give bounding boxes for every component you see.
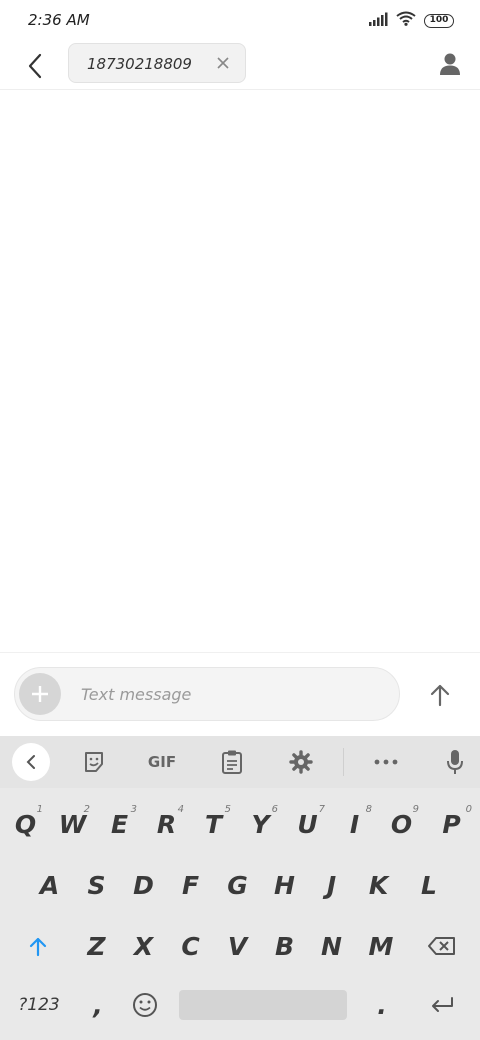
key-b[interactable]: B bbox=[261, 918, 308, 974]
key-hint: 9 bbox=[412, 804, 419, 815]
sticker-icon bbox=[85, 752, 103, 772]
keyboard-row-1: Q1 W2 E3 R4 T5 Y6 U7 I8 O9 P0 bbox=[0, 796, 480, 852]
contact-button[interactable] bbox=[434, 48, 466, 80]
recipient-chip[interactable]: 18730218809 bbox=[68, 43, 246, 83]
space-key[interactable] bbox=[179, 990, 347, 1020]
enter-icon bbox=[432, 997, 453, 1012]
key-m[interactable]: M bbox=[355, 918, 407, 974]
shift-key[interactable] bbox=[10, 918, 66, 974]
gear-icon bbox=[289, 750, 313, 774]
microphone-icon bbox=[447, 750, 463, 774]
symbols-key[interactable]: ?123 bbox=[6, 977, 72, 1033]
key-y[interactable]: Y6 bbox=[237, 796, 284, 852]
key-i[interactable]: I8 bbox=[331, 796, 378, 852]
key-a[interactable]: A bbox=[26, 857, 73, 913]
keyboard: GIF Q1 W2 E3 R4 T5 Y6 U7 I8 O9 P0 A S D … bbox=[0, 736, 480, 1040]
status-bar: 2:36 AM 100 bbox=[0, 0, 480, 42]
key-t[interactable]: T5 bbox=[190, 796, 237, 852]
backspace-icon bbox=[428, 937, 455, 955]
recipient-number: 18730218809 bbox=[87, 55, 192, 73]
key-hint: 1 bbox=[36, 804, 43, 815]
period-key[interactable]: . bbox=[360, 977, 404, 1033]
send-button[interactable] bbox=[422, 677, 458, 713]
key-v[interactable]: V bbox=[214, 918, 261, 974]
voice-input-button[interactable] bbox=[437, 744, 473, 780]
key-u[interactable]: U7 bbox=[284, 796, 331, 852]
toolbar-divider bbox=[343, 748, 344, 776]
more-button[interactable] bbox=[368, 744, 404, 780]
backspace-key[interactable] bbox=[414, 918, 470, 974]
more-dots-icon bbox=[374, 759, 398, 765]
key-o[interactable]: O9 bbox=[378, 796, 425, 852]
key-hint: 4 bbox=[177, 804, 184, 815]
key-d[interactable]: D bbox=[120, 857, 167, 913]
battery-icon: 100 bbox=[424, 13, 454, 28]
back-arrow-icon bbox=[28, 53, 42, 79]
key-hint: 2 bbox=[83, 804, 90, 815]
close-icon[interactable] bbox=[215, 55, 231, 71]
key-p[interactable]: P0 bbox=[425, 796, 478, 852]
sticker-button[interactable] bbox=[76, 744, 112, 780]
compose-field-container bbox=[14, 667, 400, 721]
key-hint: 3 bbox=[130, 804, 137, 815]
back-button[interactable] bbox=[20, 48, 50, 84]
key-k[interactable]: K bbox=[355, 857, 402, 913]
key-n[interactable]: N bbox=[308, 918, 355, 974]
key-f[interactable]: F bbox=[167, 857, 214, 913]
compose-bar bbox=[0, 652, 480, 736]
key-c[interactable]: C bbox=[167, 918, 214, 974]
send-arrow-icon bbox=[430, 684, 450, 707]
key-hint: 8 bbox=[365, 804, 372, 815]
signal-icon bbox=[368, 11, 388, 30]
person-icon bbox=[440, 53, 460, 75]
keyboard-row-2: A S D F G H J K L bbox=[0, 857, 480, 913]
keyboard-toolbar: GIF bbox=[0, 736, 480, 788]
conversation-area bbox=[0, 91, 480, 651]
key-h[interactable]: H bbox=[261, 857, 308, 913]
key-r[interactable]: R4 bbox=[143, 796, 190, 852]
key-j[interactable]: J bbox=[308, 857, 355, 913]
settings-button[interactable] bbox=[283, 744, 319, 780]
key-hint: 5 bbox=[224, 804, 231, 815]
key-g[interactable]: G bbox=[214, 857, 261, 913]
enter-key[interactable] bbox=[414, 977, 470, 1033]
key-hint: 7 bbox=[318, 804, 325, 815]
plus-icon bbox=[32, 686, 48, 702]
key-x[interactable]: X bbox=[120, 918, 167, 974]
attach-button[interactable] bbox=[19, 673, 61, 715]
comma-key[interactable]: , bbox=[76, 977, 120, 1033]
status-time: 2:36 AM bbox=[28, 11, 90, 29]
key-l[interactable]: L bbox=[402, 857, 456, 913]
status-icons: 100 bbox=[368, 11, 454, 30]
emoji-icon bbox=[133, 993, 157, 1017]
chevron-left-icon bbox=[26, 755, 35, 769]
key-q[interactable]: Q1 bbox=[2, 796, 49, 852]
emoji-key[interactable] bbox=[122, 977, 168, 1033]
clipboard-icon bbox=[222, 750, 242, 774]
key-z[interactable]: Z bbox=[73, 918, 120, 974]
keyboard-collapse-button[interactable] bbox=[12, 743, 50, 781]
clipboard-button[interactable] bbox=[214, 744, 250, 780]
conversation-header: 18730218809 bbox=[0, 42, 480, 90]
shift-icon bbox=[29, 937, 47, 957]
key-hint: 6 bbox=[271, 804, 278, 815]
keyboard-row-3: Z X C V B N M bbox=[0, 918, 480, 974]
key-hint: 0 bbox=[465, 804, 472, 815]
key-s[interactable]: S bbox=[73, 857, 120, 913]
key-e[interactable]: E3 bbox=[96, 796, 143, 852]
gif-button[interactable]: GIF bbox=[140, 744, 184, 780]
wifi-icon bbox=[396, 11, 416, 30]
key-w[interactable]: W2 bbox=[49, 796, 96, 852]
message-input[interactable] bbox=[81, 681, 381, 707]
